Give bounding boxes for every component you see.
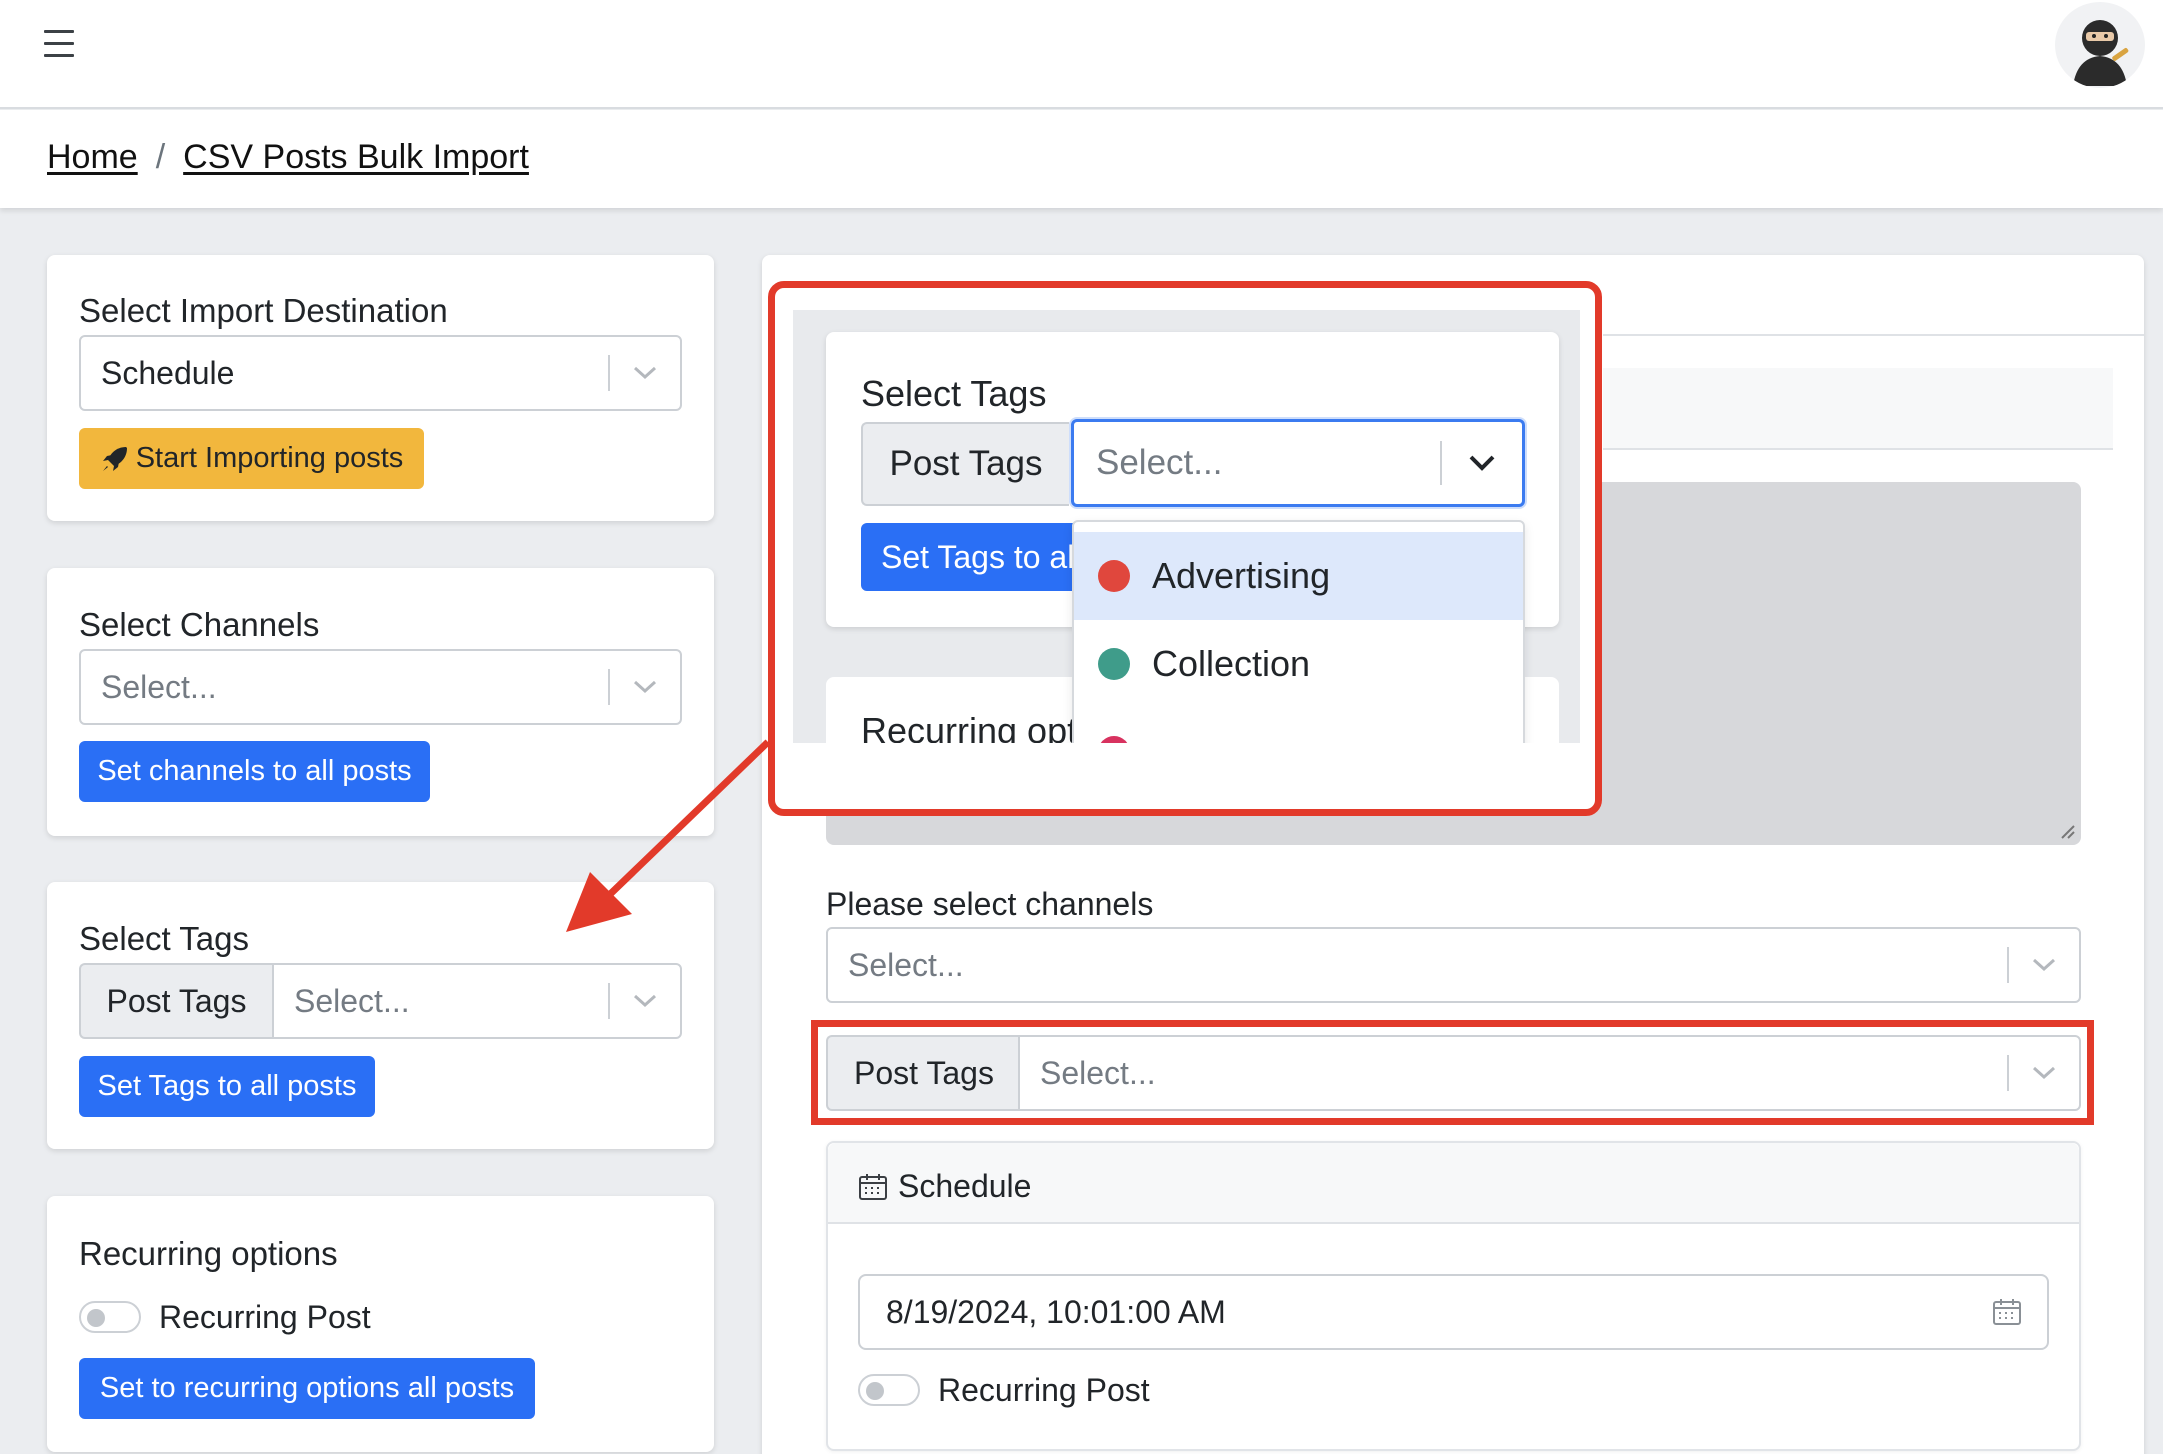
annotation-arrow-icon: [566, 739, 771, 932]
